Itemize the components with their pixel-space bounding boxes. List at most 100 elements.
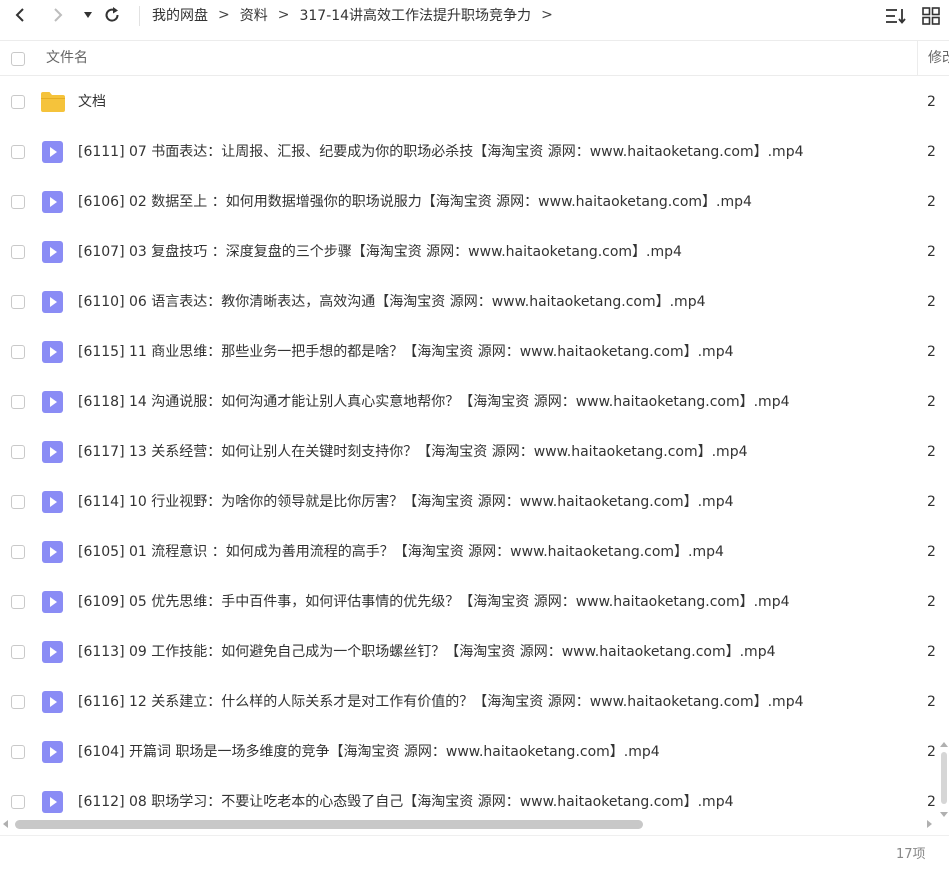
video-file-icon: [40, 541, 66, 563]
file-name[interactable]: [6111] 07 书面表达：让周报、汇报、纪要成为你的职场必杀技【海淘宝资 源…: [78, 127, 804, 177]
video-file-icon: [40, 291, 66, 313]
column-header-modified[interactable]: 修改: [928, 41, 949, 75]
scroll-left-arrow[interactable]: [3, 820, 8, 828]
breadcrumb-item-root[interactable]: 我的网盘: [152, 5, 208, 25]
row-checkbox[interactable]: [11, 345, 25, 359]
file-row[interactable]: [6106] 02 数据至上 ：如何用数据增强你的职场说服力【海淘宝资 源网：w…: [0, 177, 949, 227]
file-name[interactable]: [6110] 06 语言表达：教你清晰表达，高效沟通【海淘宝资 源网：www.h…: [78, 277, 706, 327]
folder-icon: [40, 91, 66, 113]
file-row[interactable]: [6117] 13 关系经营：如何让别人在关键时刻支持你？【海淘宝资 源网：ww…: [0, 427, 949, 477]
file-modified-date: 2: [927, 444, 936, 460]
file-row[interactable]: [6115] 11 商业思维：那些业务一把手想的都是啥？【海淘宝资 源网：www…: [0, 327, 949, 377]
file-name[interactable]: [6107] 03 复盘技巧 ：深度复盘的三个步骤【海淘宝资 源网：www.ha…: [78, 227, 682, 277]
column-header-name[interactable]: 文件名: [46, 41, 88, 75]
breadcrumb: 我的网盘 > 资料 > 317-14讲高效工作法提升职场竞争力 >: [152, 0, 563, 30]
file-row[interactable]: [6111] 07 书面表达：让周报、汇报、纪要成为你的职场必杀技【海淘宝资 源…: [0, 127, 949, 177]
refresh-button[interactable]: [101, 4, 123, 26]
video-file-icon: [40, 591, 66, 613]
select-all-checkbox[interactable]: [11, 52, 25, 66]
video-file-icon: [40, 141, 66, 163]
file-row[interactable]: [6110] 06 语言表达：教你清晰表达，高效沟通【海淘宝资 源网：www.h…: [0, 277, 949, 327]
file-modified-date: 2: [927, 294, 936, 310]
file-row[interactable]: [6118] 14 沟通说服：如何沟通才能让别人真心实意地帮你？【海淘宝资 源网…: [0, 377, 949, 427]
file-row[interactable]: [6116] 12 关系建立：什么样的人际关系才是对工作有价值的？【海淘宝资 源…: [0, 677, 949, 727]
file-modified-date: 2: [927, 394, 936, 410]
file-modified-date: 2: [927, 644, 936, 660]
breadcrumb-separator: >: [218, 7, 230, 23]
video-file-icon: [40, 691, 66, 713]
row-checkbox[interactable]: [11, 645, 25, 659]
file-list: 文档 2 [6111] 07 书面表达：让周报、汇报、纪要成为你的职场必杀技【海淘宝…: [0, 77, 949, 817]
file-row[interactable]: [6104] 开篇词 职场是一场多维度的竞争【海淘宝资 源网：www.haita…: [0, 727, 949, 777]
file-modified-date: 2: [927, 344, 936, 360]
file-name[interactable]: [6116] 12 关系建立：什么样的人际关系才是对工作有价值的？【海淘宝资 源…: [78, 677, 804, 727]
row-checkbox[interactable]: [11, 445, 25, 459]
breadcrumb-item-current[interactable]: 317-14讲高效工作法提升职场竞争力: [299, 5, 531, 25]
row-checkbox[interactable]: [11, 495, 25, 509]
video-file-icon: [40, 241, 66, 263]
file-name[interactable]: [6104] 开篇词 职场是一场多维度的竞争【海淘宝资 源网：www.haita…: [78, 727, 660, 777]
history-dropdown-button[interactable]: [80, 4, 96, 26]
file-modified-date: 2: [927, 144, 936, 160]
list-header: 文件名 修改: [0, 40, 949, 76]
file-name[interactable]: 文档: [78, 77, 106, 127]
sort-button[interactable]: [885, 6, 907, 26]
file-name[interactable]: [6113] 09 工作技能：如何避免自己成为一个职场螺丝钉？【海淘宝资 源网：…: [78, 627, 776, 677]
file-name[interactable]: [6106] 02 数据至上 ：如何用数据增强你的职场说服力【海淘宝资 源网：w…: [78, 177, 752, 227]
row-checkbox[interactable]: [11, 545, 25, 559]
toolbar-divider: [139, 6, 140, 26]
file-name[interactable]: [6117] 13 关系经营：如何让别人在关键时刻支持你？【海淘宝资 源网：ww…: [78, 427, 748, 477]
folder-row[interactable]: 文档 2: [0, 77, 949, 127]
file-row[interactable]: [6112] 08 职场学习：不要让吃老本的心态毁了自己【海淘宝资 源网：www…: [0, 777, 949, 817]
file-modified-date: 2: [927, 694, 936, 710]
row-checkbox[interactable]: [11, 195, 25, 209]
vertical-scrollbar-thumb[interactable]: [941, 752, 947, 804]
view-toggle-button[interactable]: [921, 6, 941, 26]
file-row[interactable]: [6114] 10 行业视野：为啥你的领导就是比你厉害？【海淘宝资 源网：www…: [0, 477, 949, 527]
caret-down-icon: [84, 12, 92, 18]
horizontal-scrollbar[interactable]: [0, 817, 935, 831]
video-file-icon: [40, 391, 66, 413]
file-row[interactable]: [6109] 05 优先思维：手中百件事，如何评估事情的优先级？【海淘宝资 源网…: [0, 577, 949, 627]
row-checkbox[interactable]: [11, 695, 25, 709]
file-modified-date: 2: [927, 94, 936, 110]
scroll-down-arrow[interactable]: [940, 812, 948, 817]
file-modified-date: 2: [927, 594, 936, 610]
scroll-right-arrow[interactable]: [927, 820, 932, 828]
file-modified-date: 2: [927, 794, 936, 810]
row-checkbox[interactable]: [11, 795, 25, 809]
file-modified-date: 2: [927, 194, 936, 210]
file-modified-date: 2: [927, 744, 936, 760]
row-checkbox[interactable]: [11, 245, 25, 259]
video-file-icon: [40, 441, 66, 463]
file-name[interactable]: [6109] 05 优先思维：手中百件事，如何评估事情的优先级？【海淘宝资 源网…: [78, 577, 790, 627]
row-checkbox[interactable]: [11, 145, 25, 159]
row-checkbox[interactable]: [11, 95, 25, 109]
file-name[interactable]: [6112] 08 职场学习：不要让吃老本的心态毁了自己【海淘宝资 源网：www…: [78, 777, 734, 817]
file-row[interactable]: [6113] 09 工作技能：如何避免自己成为一个职场螺丝钉？【海淘宝资 源网：…: [0, 627, 949, 677]
file-name[interactable]: [6114] 10 行业视野：为啥你的领导就是比你厉害？【海淘宝资 源网：www…: [78, 477, 734, 527]
breadcrumb-item-materials[interactable]: 资料: [240, 5, 268, 25]
scroll-up-arrow[interactable]: [940, 742, 948, 747]
breadcrumb-separator: >: [277, 7, 290, 23]
row-checkbox[interactable]: [11, 745, 25, 759]
video-file-icon: [40, 191, 66, 213]
file-name[interactable]: [6118] 14 沟通说服：如何沟通才能让别人真心实意地帮你？【海淘宝资 源网…: [78, 377, 790, 427]
breadcrumb-separator: >: [541, 7, 553, 23]
file-row[interactable]: [6105] 01 流程意识 ：如何成为善用流程的高手？【海淘宝资 源网：www…: [0, 527, 949, 577]
video-file-icon: [40, 641, 66, 663]
forward-button[interactable]: [48, 4, 68, 26]
file-modified-date: 2: [927, 494, 936, 510]
back-button[interactable]: [10, 4, 30, 26]
item-count: 17项: [896, 847, 926, 862]
horizontal-scrollbar-thumb[interactable]: [15, 820, 643, 829]
file-name[interactable]: [6105] 01 流程意识 ：如何成为善用流程的高手？【海淘宝资 源网：www…: [78, 527, 724, 577]
file-name[interactable]: [6115] 11 商业思维：那些业务一把手想的都是啥？【海淘宝资 源网：www…: [78, 327, 734, 377]
row-checkbox[interactable]: [11, 595, 25, 609]
grid-view-icon: [922, 7, 940, 25]
row-checkbox[interactable]: [11, 395, 25, 409]
column-divider[interactable]: [917, 41, 918, 75]
file-row[interactable]: [6107] 03 复盘技巧 ：深度复盘的三个步骤【海淘宝资 源网：www.ha…: [0, 227, 949, 277]
row-checkbox[interactable]: [11, 295, 25, 309]
chevron-left-icon: [15, 8, 24, 22]
